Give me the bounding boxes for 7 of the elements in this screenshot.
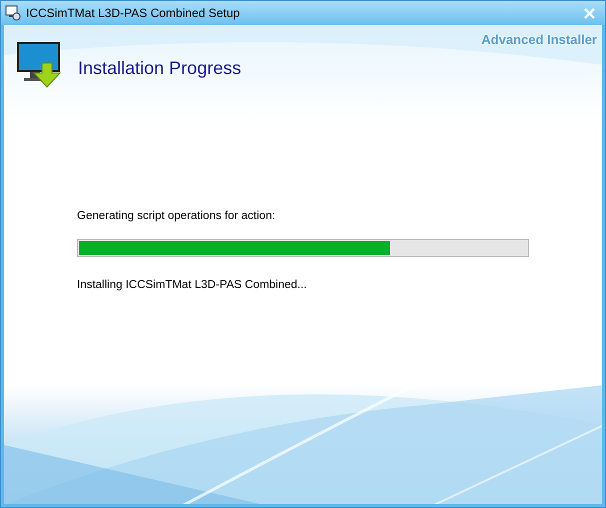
progress-label: Generating script operations for action:: [77, 209, 276, 224]
brand-label: Advanced Installer: [481, 31, 597, 49]
window-title: ICCSimTMat L3D-PAS Combined Setup: [26, 5, 240, 22]
close-icon: [584, 8, 594, 18]
status-text: Installing ICCSimTMat L3D-PAS Combined...: [77, 278, 308, 294]
setup-app-icon: [5, 5, 21, 21]
page-title: Installation Progress: [78, 56, 242, 80]
